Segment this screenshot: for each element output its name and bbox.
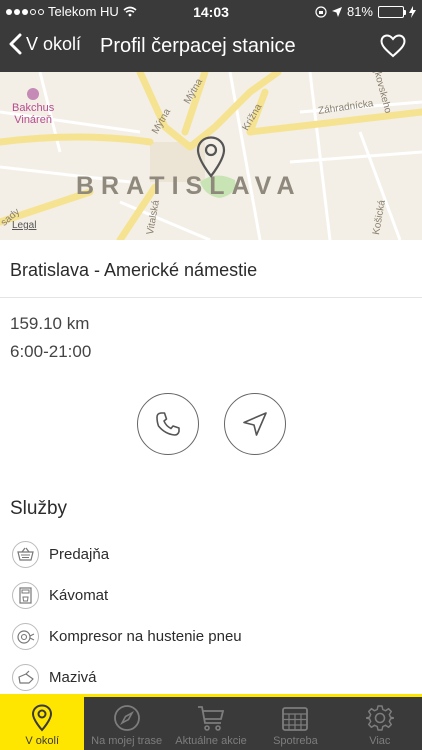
back-label: V okolí bbox=[26, 33, 82, 54]
shopping-cart-icon bbox=[198, 706, 225, 731]
shop-basket-icon bbox=[12, 541, 39, 568]
tab-na-mojej-trase[interactable]: Na mojej trase bbox=[84, 697, 168, 750]
poi-label-line1: Bakchus bbox=[12, 102, 55, 114]
poi-label-line2: Vináreň bbox=[14, 114, 52, 126]
map-poi[interactable]: Bakchus Vináreň bbox=[12, 88, 54, 126]
station-name: Bratislava - Americké námestie bbox=[10, 260, 258, 280]
status-bar: Telekom HU 14:03 81% bbox=[0, 0, 422, 24]
map-legal-link[interactable]: Legal bbox=[12, 220, 36, 231]
service-label: Mazivá bbox=[49, 669, 97, 686]
service-label: Predajňa bbox=[49, 546, 110, 563]
page-title: Profil čerpacej stanice bbox=[100, 35, 296, 57]
heart-icon bbox=[380, 34, 406, 58]
navigation-arrow-icon bbox=[243, 412, 267, 436]
call-button[interactable] bbox=[137, 393, 199, 455]
navigate-button[interactable] bbox=[224, 393, 286, 455]
chevron-left-icon bbox=[9, 33, 22, 55]
station-distance: 159.10 km bbox=[10, 314, 90, 333]
station-map[interactable]: Bakchus Vináreň Mýtna Mýtna Krížna Záhra… bbox=[0, 72, 422, 240]
tab-v-okoli[interactable]: V okolí bbox=[0, 697, 85, 750]
coffee-machine-icon bbox=[12, 582, 39, 609]
navigation-bar: V okolí Profil čerpacej stanice bbox=[0, 24, 422, 72]
list-item: Kompresor na hustenie pneu bbox=[12, 616, 412, 657]
map-city-label: BRATISLAVA bbox=[76, 172, 302, 200]
tab-label: Spotreba bbox=[273, 735, 318, 747]
orientation-lock-icon bbox=[315, 5, 327, 18]
list-item: Kávomat bbox=[12, 575, 412, 616]
tab-label: Viac bbox=[369, 735, 391, 747]
calendar-grid-icon bbox=[282, 707, 309, 731]
wine-glass-icon bbox=[27, 88, 40, 100]
services-list: Predajňa Kávomat Kompresor na hustenie p… bbox=[12, 534, 412, 698]
tab-aktualne-akcie[interactable]: Aktuálne akcie bbox=[169, 697, 253, 750]
compass-icon bbox=[113, 705, 140, 731]
service-label: Kávomat bbox=[49, 587, 109, 604]
charging-bolt-icon bbox=[409, 5, 416, 18]
tab-spotreba[interactable]: Spotreba bbox=[253, 697, 337, 750]
list-item: Mazivá bbox=[12, 657, 412, 698]
oil-can-icon bbox=[12, 664, 39, 691]
favorite-button[interactable] bbox=[380, 34, 406, 63]
gear-icon bbox=[365, 705, 394, 731]
services-heading: Služby bbox=[10, 498, 68, 519]
location-arrow-icon bbox=[331, 6, 342, 17]
phone-icon bbox=[156, 412, 180, 436]
map-pin-icon[interactable] bbox=[196, 136, 226, 178]
list-item: Predajňa bbox=[12, 534, 412, 575]
station-hours: 6:00-21:00 bbox=[10, 342, 92, 361]
back-button[interactable]: V okolí bbox=[8, 33, 81, 55]
tab-label: Aktuálne akcie bbox=[175, 735, 247, 747]
tire-compressor-icon bbox=[12, 623, 39, 650]
tab-label: V okolí bbox=[25, 735, 60, 747]
status-right-group: 81% bbox=[315, 4, 416, 19]
tab-bar: V okolí Na mojej trase Aktuálne akcie Sp… bbox=[0, 694, 422, 750]
battery-percent: 81% bbox=[346, 4, 373, 19]
location-pin-icon bbox=[32, 704, 53, 732]
battery-icon bbox=[378, 5, 406, 18]
tab-label: Na mojej trase bbox=[91, 735, 163, 747]
service-label: Kompresor na hustenie pneu bbox=[49, 628, 242, 645]
tab-viac[interactable]: Viac bbox=[338, 697, 422, 750]
divider bbox=[0, 297, 422, 298]
